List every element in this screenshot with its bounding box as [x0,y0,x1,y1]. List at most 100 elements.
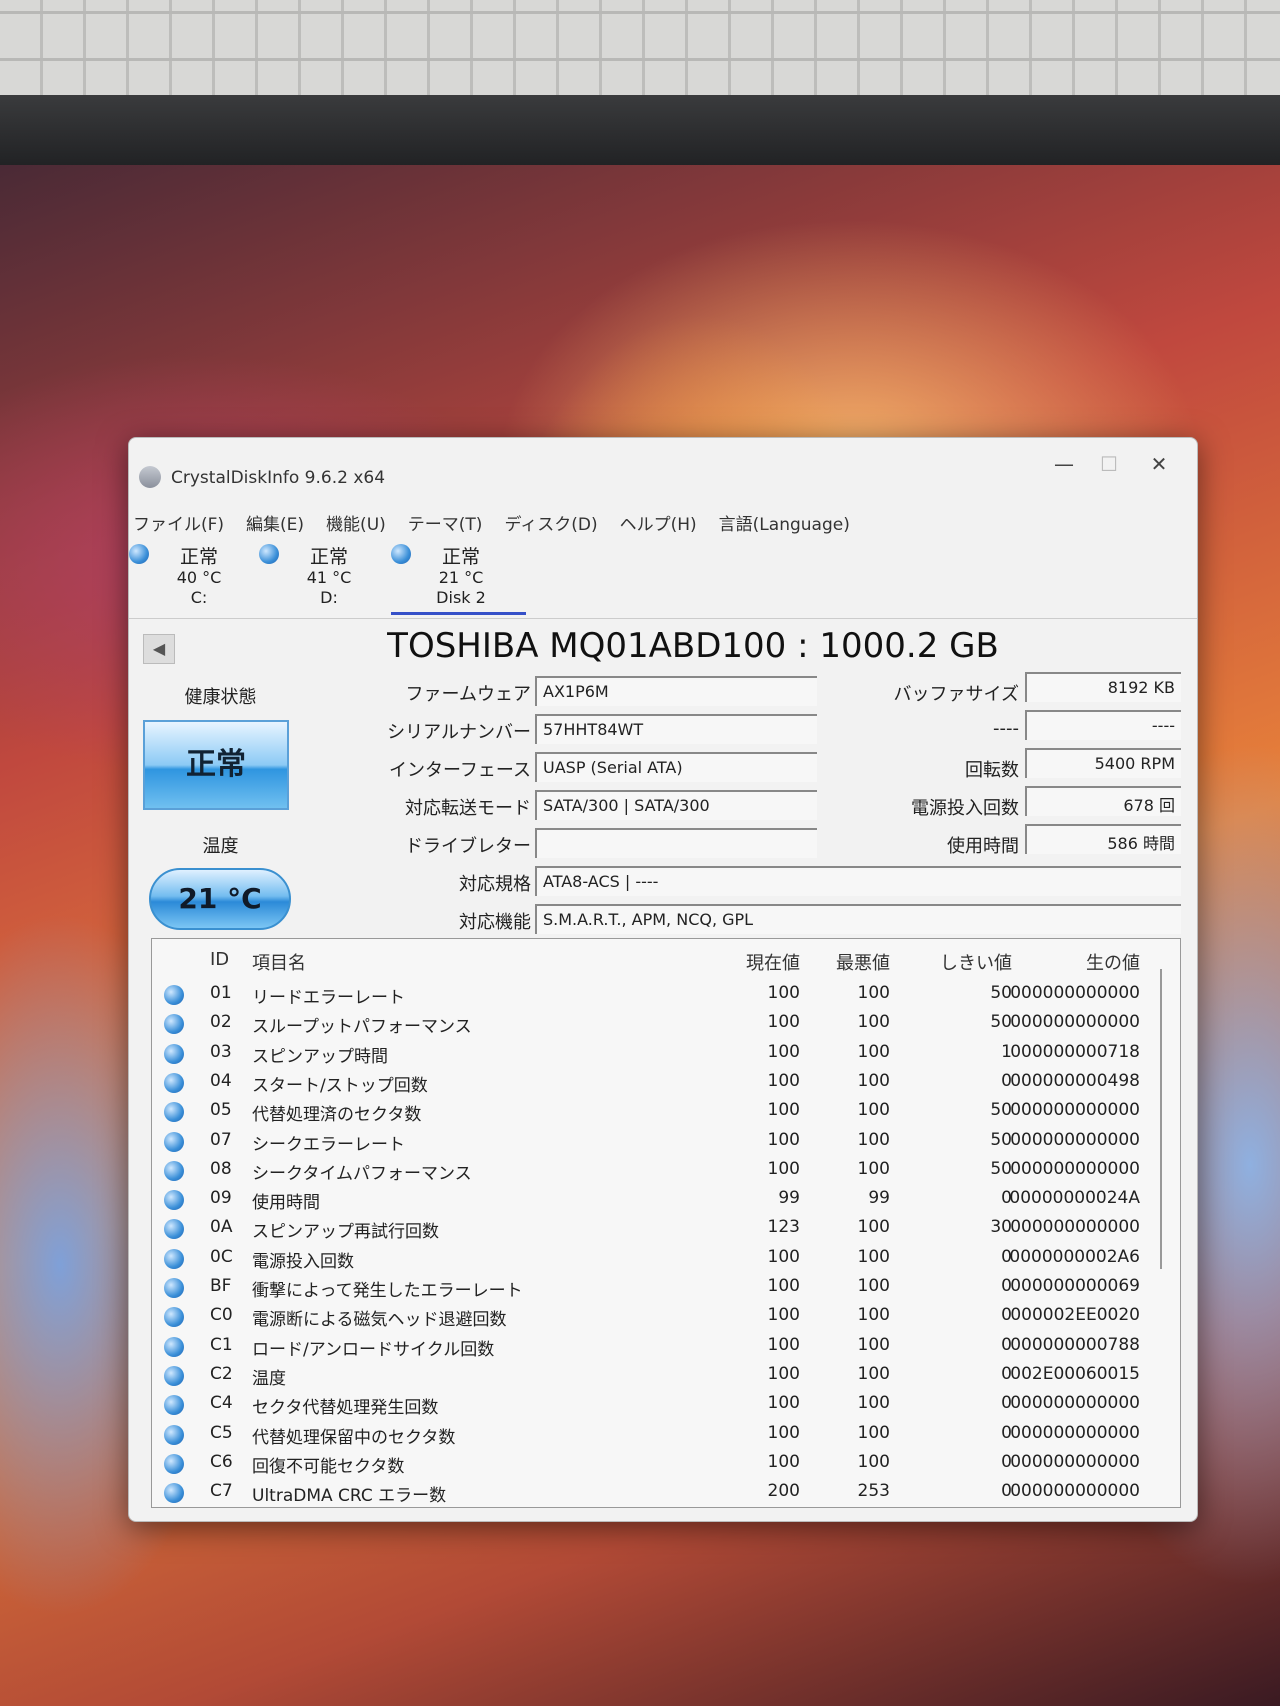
cell-raw: 000000000000 [1010,1012,1140,1033]
header-current[interactable]: 現在値 [746,949,800,975]
status-dot-icon [164,1365,184,1386]
cell-raw: 000000000000 [1010,1451,1140,1472]
table-row[interactable]: C5 代替処理保留中のセクタ数 100 100 0 000000000000 [152,1419,1180,1448]
close-button[interactable]: ✕ [1139,452,1179,476]
app-icon [139,466,161,488]
cell-id: C6 [210,1451,233,1472]
table-row[interactable]: 08 シークタイムパフォーマンス 100 100 50 000000000000 [152,1155,1180,1184]
disk-status: 正常 [309,546,348,568]
disk-tab-disk2[interactable]: 正常 21 °C Disk 2 [391,538,526,615]
disk-temp: 41 °C [306,568,352,587]
menu-edit[interactable]: 編集(E) [246,510,304,535]
table-row[interactable]: 05 代替処理済のセクタ数 100 100 50 000000000000 [152,1096,1180,1125]
cell-worst: 100 [857,1100,890,1121]
menu-theme[interactable]: テーマ(T) [408,510,483,535]
disk-tab-c[interactable]: 正常 40 °C C: [129,538,239,607]
drive-letter-field [535,828,817,858]
cell-worst: 253 [857,1481,890,1502]
unknown-label: ---- [993,718,1019,739]
table-row[interactable]: C6 回復不可能セクタ数 100 100 0 000000000000 [152,1448,1180,1477]
table-row[interactable]: C0 電源断による磁気ヘッド退避回数 100 100 0 000002EE002… [152,1301,1180,1330]
cell-worst: 100 [857,983,890,1003]
minimize-button[interactable]: — [1044,452,1084,476]
cell-id: 08 [210,1158,232,1179]
cell-current: 100 [767,1363,800,1384]
disk-tab-d[interactable]: 正常 41 °C D: [259,538,369,607]
temperature-label: 温度 [202,836,239,857]
cell-id: BF [210,1276,232,1296]
table-row[interactable]: 04 スタート/ストップ回数 100 100 0 000000000498 [152,1067,1180,1096]
cell-name: シークエラーレート [252,1134,405,1155]
table-row[interactable]: C4 セクタ代替処理発生回数 100 100 0 000000000000 [152,1389,1180,1418]
cell-raw: 000000000000 [1010,1158,1140,1179]
header-raw[interactable]: 生の値 [1086,949,1140,975]
rpm-field: 5400 RPM [1025,748,1181,778]
maximize-button[interactable]: ☐ [1089,452,1129,476]
cell-id: C2 [210,1363,233,1384]
table-row[interactable]: BF 衝撃によって発生したエラーレート 100 100 0 0000000000… [152,1272,1180,1301]
standard-label: 対応規格 [459,874,531,895]
cell-id: 07 [210,1129,232,1150]
status-dot-icon [164,1160,184,1181]
status-dot-icon [164,1190,184,1211]
menu-help[interactable]: ヘルプ(H) [620,510,697,535]
cell-raw: 000000000788 [1010,1334,1140,1355]
table-row[interactable]: 07 シークエラーレート 100 100 50 000000000000 [152,1126,1180,1155]
cell-id: 0C [210,1246,233,1267]
cell-name: セクタ代替処理発生回数 [252,1398,439,1419]
cell-raw: 000000000498 [1010,1070,1140,1091]
divider [129,618,1197,619]
disk-name: D: [320,588,338,607]
cell-worst: 100 [857,1158,890,1179]
table-row[interactable]: 0A スピンアップ再試行回数 123 100 30 000000000000 [152,1213,1180,1242]
cell-name: リードエラーレート [252,988,405,1008]
table-row[interactable]: 01 リードエラーレート 100 100 50 000000000000 [152,979,1180,1008]
cell-threshold: 50 [990,1158,1012,1179]
table-row[interactable]: 03 スピンアップ時間 100 100 1 000000000718 [152,1038,1180,1067]
table-row[interactable]: 09 使用時間 99 99 0 00000000024A [152,1184,1180,1213]
table-row[interactable]: C2 温度 100 100 0 002E00060015 [152,1360,1180,1389]
header-name[interactable]: 項目名 [252,949,306,975]
cell-current: 100 [767,1393,800,1414]
temperature-value[interactable]: 21 °C [149,868,291,930]
cell-raw: 000000000000 [1010,1422,1140,1443]
menu-disk[interactable]: ディスク(D) [504,510,597,535]
cell-id: C4 [210,1393,233,1414]
table-row[interactable]: 0C 電源投入回数 100 100 0 0000000002A6 [152,1243,1180,1272]
cell-current: 100 [767,1422,800,1443]
header-worst[interactable]: 最悪値 [836,949,890,975]
cell-name: 電源断による磁気ヘッド退避回数 [252,1310,507,1331]
cell-raw: 000002EE0020 [1010,1305,1140,1326]
menu-language[interactable]: 言語(Language) [719,510,850,535]
cell-worst: 100 [857,1070,890,1091]
table-row[interactable]: C1 ロード/アンロードサイクル回数 100 100 0 00000000078… [152,1331,1180,1360]
table-row[interactable]: C7 UltraDMA CRC エラー数 200 253 0 000000000… [152,1477,1180,1506]
window-title: CrystalDiskInfo 9.6.2 x64 [171,468,386,488]
cell-worst: 100 [857,1451,890,1472]
header-id[interactable]: ID [210,949,229,970]
status-dot-icon [164,1395,184,1416]
menu-bar: ファイル(F) 編集(E) 機能(U) テーマ(T) ディスク(D) ヘルプ(H… [133,510,850,535]
previous-disk-button[interactable]: ◀ [143,634,175,664]
cell-threshold: 50 [990,983,1012,1003]
power-on-count-label: 電源投入回数 [911,798,1019,819]
transfer-mode-label: 対応転送モード [405,798,531,819]
crystaldiskinfo-window: CrystalDiskInfo 9.6.2 x64 — ☐ ✕ ファイル(F) … [128,437,1198,1522]
features-label: 対応機能 [459,912,531,933]
table-row[interactable]: 02 スループットパフォーマンス 100 100 50 000000000000 [152,1008,1180,1037]
cell-worst: 100 [857,1217,890,1238]
firmware-label: ファームウェア [405,684,531,705]
status-dot-icon [164,1483,184,1504]
menu-file[interactable]: ファイル(F) [133,510,224,535]
health-status-button[interactable]: 正常 [143,720,289,810]
status-dot-icon [164,985,184,1005]
buffer-size-label: バッファサイズ [893,684,1019,705]
cell-worst: 100 [857,1422,890,1443]
cell-id: 0A [210,1217,233,1238]
header-threshold[interactable]: しきい値 [940,949,1012,975]
transfer-mode-field: SATA/300 | SATA/300 [535,790,817,820]
menu-function[interactable]: 機能(U) [326,510,386,535]
cell-threshold: 50 [990,1012,1012,1033]
cell-current: 200 [767,1481,800,1502]
cell-worst: 99 [868,1188,890,1209]
